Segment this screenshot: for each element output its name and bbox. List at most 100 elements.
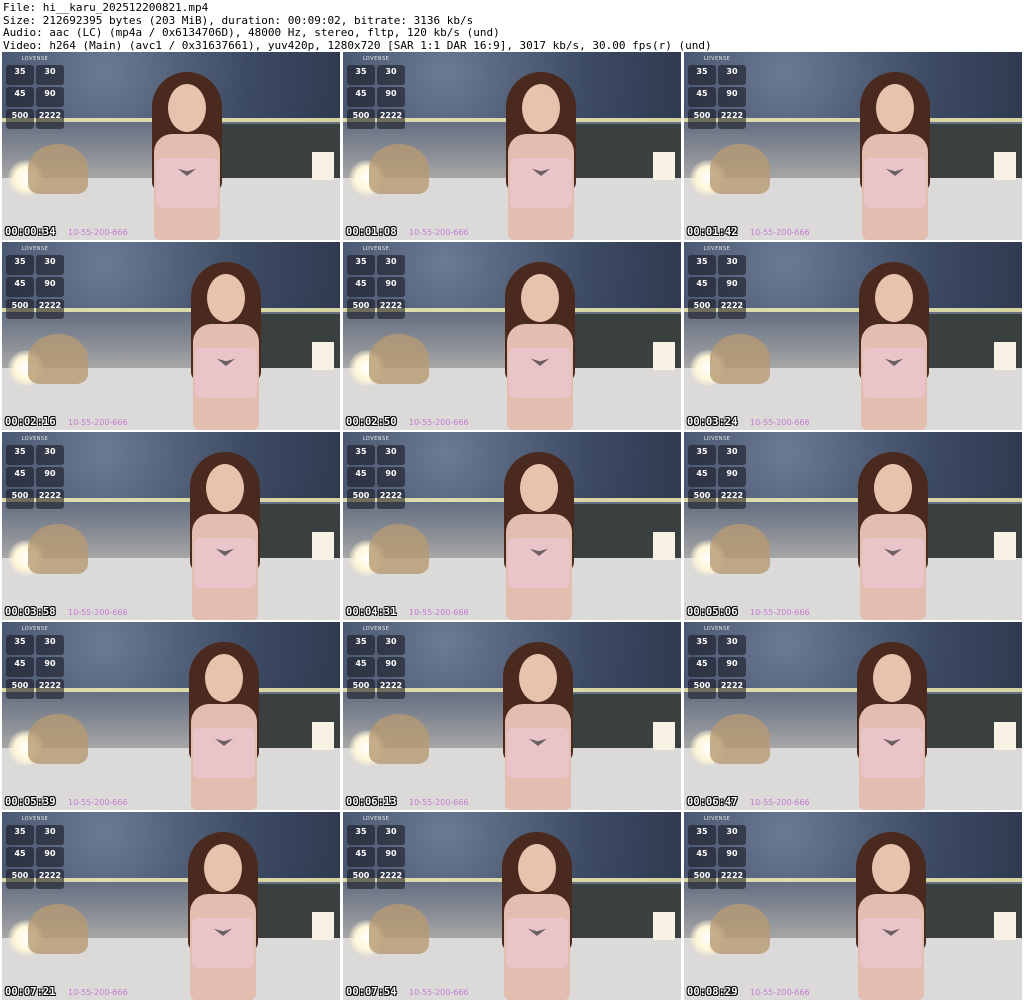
tip-menu-overlay: LOVENSE 35 30 45 90 500 2222 (347, 626, 405, 699)
overlay-cell: 90 (36, 657, 64, 677)
watermark-text: 10-55-200-666 (409, 228, 469, 237)
person-face (876, 84, 914, 132)
overlay-cell: 90 (718, 87, 746, 107)
overlay-cell: 90 (718, 847, 746, 867)
overlay-cell: 45 (688, 467, 716, 487)
person-top (863, 348, 925, 398)
tip-menu-overlay: LOVENSE 35 30 45 90 500 2222 (688, 56, 746, 129)
person-face (520, 464, 558, 512)
thumbnail-frame[interactable]: LOVENSE 35 30 45 90 500 2222 10-55-200-666 00:00… (2, 52, 340, 240)
thumbnail-frame[interactable]: LOVENSE 35 30 45 90 500 2222 10-55-200-666 00:07… (343, 812, 681, 1000)
overlay-cell: 35 (347, 825, 375, 845)
overlay-cell: 45 (6, 277, 34, 297)
thumbnail-frame[interactable]: LOVENSE 35 30 45 90 500 2222 10-55-200-666 00:03… (684, 242, 1022, 430)
overlay-cell: 35 (6, 255, 34, 275)
overlay-cell: 35 (6, 635, 34, 655)
overlay-cell: 35 (688, 445, 716, 465)
tip-menu-overlay: LOVENSE 35 30 45 90 500 2222 (6, 246, 64, 319)
overlay-cell: 90 (377, 657, 405, 677)
thumbnail-frame[interactable]: LOVENSE 35 30 45 90 500 2222 10-55-200-666 00:06… (684, 622, 1022, 810)
tip-menu-overlay: LOVENSE 35 30 45 90 500 2222 (347, 436, 405, 509)
person-top (506, 918, 568, 968)
pampas-decor (369, 904, 429, 954)
thumbnail-frame[interactable]: LOVENSE 35 30 45 90 500 2222 10-55-200-666 00:03… (2, 432, 340, 620)
overlay-cell: 500 (347, 489, 375, 509)
thumbnail-frame[interactable]: LOVENSE 35 30 45 90 500 2222 10-55-200-666 00:07… (2, 812, 340, 1000)
thumbnail-timestamp: 00:08:29 (687, 986, 738, 998)
overlay-brand: LOVENSE (21, 56, 49, 62)
thumbnail-frame[interactable]: LOVENSE 35 30 45 90 500 2222 10-55-200-666 00:02… (2, 242, 340, 430)
overlay-cell: 45 (688, 277, 716, 297)
overlay-cell: 35 (688, 635, 716, 655)
thumbnail-timestamp: 00:07:21 (5, 986, 56, 998)
overlay-cells: 35 30 45 90 500 2222 (6, 635, 64, 699)
thumbnail-frame[interactable]: LOVENSE 35 30 45 90 500 2222 10-55-200-666 00:01… (684, 52, 1022, 240)
overlay-cell: 500 (347, 679, 375, 699)
overlay-cell: 2222 (718, 489, 746, 509)
person-face (873, 654, 911, 702)
thumbnail-frame[interactable]: LOVENSE 35 30 45 90 500 2222 10-55-200-666 00:02… (343, 242, 681, 430)
thumbnail-timestamp: 00:02:50 (346, 416, 397, 428)
thumbnail-timestamp: 00:00:34 (5, 226, 56, 238)
person-face (207, 274, 245, 322)
lamp-right (653, 152, 675, 180)
person-top (861, 728, 923, 778)
overlay-cell: 2222 (377, 869, 405, 889)
overlay-cell: 2222 (377, 489, 405, 509)
overlay-cell: 90 (377, 87, 405, 107)
overlay-cell: 2222 (718, 109, 746, 129)
overlay-cell: 500 (347, 869, 375, 889)
audio-info-line: Audio: aac (LC) (mp4a / 0x6134706D), 480… (3, 27, 500, 39)
overlay-cells: 35 30 45 90 500 2222 (6, 255, 64, 319)
thumbnail-frame[interactable]: LOVENSE 35 30 45 90 500 2222 10-55-200-666 00:05… (684, 432, 1022, 620)
person-top (864, 158, 926, 208)
thumbnail-frame[interactable]: LOVENSE 35 30 45 90 500 2222 10-55-200-666 00:05… (2, 622, 340, 810)
thumbnail-timestamp: 00:02:16 (5, 416, 56, 428)
overlay-cell: 35 (6, 445, 34, 465)
pampas-decor (28, 524, 88, 574)
overlay-cells: 35 30 45 90 500 2222 (347, 825, 405, 889)
lamp-right (994, 912, 1016, 940)
lamp-right (312, 912, 334, 940)
overlay-cells: 35 30 45 90 500 2222 (688, 255, 746, 319)
pampas-decor (28, 714, 88, 764)
overlay-cell: 30 (377, 445, 405, 465)
overlay-cell: 30 (36, 445, 64, 465)
file-size-line: Size: 212692395 bytes (203 MiB), duratio… (3, 14, 474, 27)
overlay-cell: 35 (688, 65, 716, 85)
overlay-cell: 30 (377, 255, 405, 275)
person-figure (485, 262, 595, 430)
thumbnail-timestamp: 00:05:39 (5, 796, 56, 808)
lamp-right (653, 342, 675, 370)
overlay-cell: 2222 (36, 109, 64, 129)
thumbnail-frame[interactable]: LOVENSE 35 30 45 90 500 2222 10-55-200-666 00:08… (684, 812, 1022, 1000)
thumbnail-timestamp: 00:05:06 (687, 606, 738, 618)
file-info-header: File: hi__karu_202512200821.mp4 Size: 21… (0, 0, 1024, 52)
pampas-decor (710, 714, 770, 764)
thumbnail-timestamp: 00:03:58 (5, 606, 56, 618)
thumbnail-frame[interactable]: LOVENSE 35 30 45 90 500 2222 10-55-200-666 00:04… (343, 432, 681, 620)
lamp-right (653, 532, 675, 560)
person-face (204, 844, 242, 892)
overlay-brand: LOVENSE (21, 246, 49, 252)
thumbnail-frame[interactable]: LOVENSE 35 30 45 90 500 2222 10-55-200-666 00:01… (343, 52, 681, 240)
overlay-cell: 30 (718, 635, 746, 655)
overlay-brand: LOVENSE (703, 436, 731, 442)
watermark-text: 10-55-200-666 (409, 988, 469, 997)
watermark-text: 10-55-200-666 (68, 988, 128, 997)
overlay-cell: 90 (718, 467, 746, 487)
thumbnail-timestamp: 00:06:13 (346, 796, 397, 808)
person-face (205, 654, 243, 702)
overlay-cell: 30 (718, 65, 746, 85)
overlay-brand: LOVENSE (21, 626, 49, 632)
overlay-brand: LOVENSE (362, 56, 390, 62)
person-top (156, 158, 218, 208)
pampas-decor (369, 714, 429, 764)
person-figure (838, 452, 948, 620)
lamp-right (653, 722, 675, 750)
overlay-cell: 45 (688, 847, 716, 867)
person-face (519, 654, 557, 702)
overlay-cell: 500 (688, 489, 716, 509)
overlay-cells: 35 30 45 90 500 2222 (347, 65, 405, 129)
thumbnail-frame[interactable]: LOVENSE 35 30 45 90 500 2222 10-55-200-666 00:06… (343, 622, 681, 810)
